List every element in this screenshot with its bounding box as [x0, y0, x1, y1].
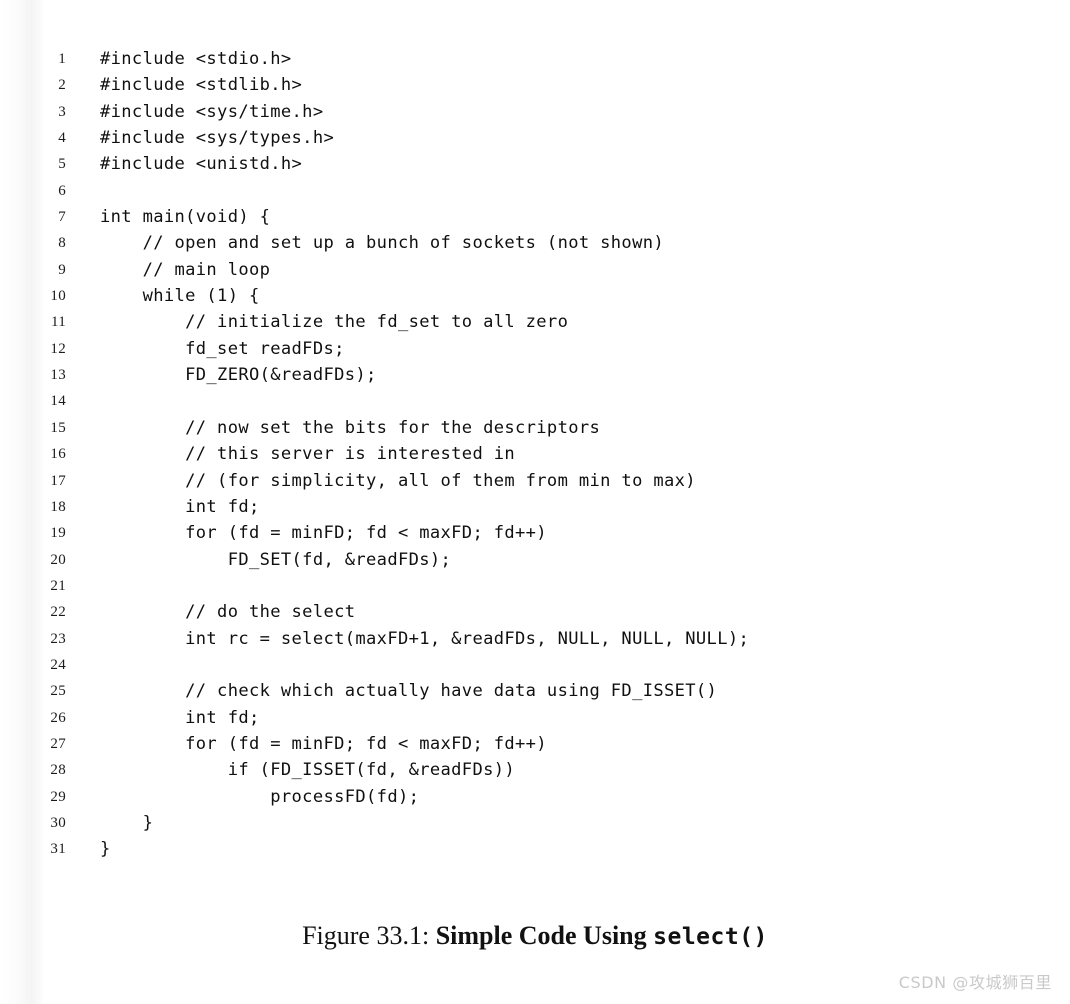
code-line: 14 [0, 388, 1070, 414]
line-number: 12 [50, 340, 66, 357]
code-line: 7 int main(void) { [0, 204, 1070, 230]
code-line: 26 int fd; [0, 705, 1070, 731]
line-number: 10 [50, 288, 66, 305]
code-line: 18 int fd; [0, 494, 1070, 520]
line-number: 31 [50, 841, 66, 858]
line-number: 13 [50, 367, 66, 384]
line-number: 6 [58, 182, 66, 199]
code-line: 6 [0, 178, 1070, 204]
code-text: FD_SET(fd, &readFDs); [100, 549, 452, 570]
code-line: 21 [0, 573, 1070, 599]
code-line: 11 // initialize the fd_set to all zero [0, 309, 1070, 335]
code-line: 9 // main loop [0, 257, 1070, 283]
code-line: 15 // now set the bits for the descripto… [0, 415, 1070, 441]
code-text: if (FD_ISSET(fd, &readFDs)) [100, 760, 516, 781]
line-number: 9 [58, 261, 66, 278]
code-line: 5 #include <unistd.h> [0, 151, 1070, 177]
line-number: 11 [50, 314, 66, 331]
code-line: 29 processFD(fd); [0, 784, 1070, 810]
code-text: #include <sys/time.h> [100, 101, 324, 122]
code-line: 10 while (1) { [0, 283, 1070, 309]
line-number: 19 [50, 525, 66, 542]
line-number: 17 [50, 472, 66, 489]
line-number: 7 [58, 209, 66, 226]
line-number: 25 [50, 683, 66, 700]
code-text: // this server is interested in [100, 444, 516, 465]
line-number: 27 [50, 735, 66, 752]
line-number: 22 [50, 604, 66, 621]
line-number: 30 [50, 814, 66, 831]
code-line: 17 // (for simplicity, all of them from … [0, 468, 1070, 494]
code-text: // main loop [100, 259, 271, 280]
code-text: int fd; [100, 496, 260, 517]
code-line: 12 fd_set readFDs; [0, 336, 1070, 362]
line-number: 29 [50, 788, 66, 805]
code-line: 13 FD_ZERO(&readFDs); [0, 362, 1070, 388]
figure-page: 1 #include <stdio.h> 2 #include <stdlib.h> 3… [0, 0, 1070, 1004]
line-number: 23 [50, 630, 66, 647]
code-text: while (1) { [100, 286, 260, 307]
code-line: 16 // this server is interested in [0, 441, 1070, 467]
code-text: fd_set readFDs; [100, 338, 345, 359]
code-line: 19 for (fd = minFD; fd < maxFD; fd++) [0, 520, 1070, 546]
line-number: 3 [58, 103, 66, 120]
code-line: 22 // do the select [0, 599, 1070, 625]
code-text: FD_ZERO(&readFDs); [100, 365, 377, 386]
line-number: 4 [58, 130, 66, 147]
code-line: 31} [0, 836, 1070, 862]
code-listing: 1 #include <stdio.h> 2 #include <stdlib.h> 3… [0, 46, 1070, 863]
code-line: 3 #include <sys/time.h> [0, 99, 1070, 125]
line-number: 15 [50, 419, 66, 436]
line-number: 24 [50, 656, 66, 673]
code-line: 8 // open and set up a bunch of sockets … [0, 230, 1070, 256]
code-line: 1 #include <stdio.h> [0, 46, 1070, 72]
code-text: // check which actually have data using … [100, 681, 718, 702]
line-number: 20 [50, 551, 66, 568]
code-text: } [100, 839, 111, 860]
line-number: 14 [50, 393, 66, 410]
code-text: // now set the bits for the descriptors [100, 417, 601, 438]
code-text: for (fd = minFD; fd < maxFD; fd++) [100, 733, 547, 754]
code-text: #include <stdio.h> [100, 49, 292, 69]
code-line: 25 // check which actually have data usi… [0, 678, 1070, 704]
figure-caption: Figure 33.1: Simple Code Using select() [0, 921, 1070, 951]
code-line: 20 FD_SET(fd, &readFDs); [0, 547, 1070, 573]
caption-title: Simple Code Using [435, 921, 647, 950]
code-text: processFD(fd); [100, 786, 420, 807]
caption-figure-number: Figure 33.1: [302, 921, 430, 950]
code-text: // initialize the fd_set to all zero [100, 312, 569, 333]
line-number: 2 [58, 77, 66, 94]
code-text: } [100, 812, 154, 833]
code-line: 27 for (fd = minFD; fd < maxFD; fd++) [0, 731, 1070, 757]
code-line: 23 int rc = select(maxFD+1, &readFDs, NU… [0, 626, 1070, 652]
code-line: 2 #include <stdlib.h> [0, 72, 1070, 98]
code-text: #include <sys/types.h> [100, 128, 335, 149]
code-line: 30 } [0, 810, 1070, 836]
code-text: int fd; [100, 707, 260, 728]
code-line: 28 if (FD_ISSET(fd, &readFDs)) [0, 757, 1070, 783]
line-number: 16 [50, 446, 66, 463]
line-number: 26 [50, 709, 66, 726]
code-text: for (fd = minFD; fd < maxFD; fd++) [100, 523, 547, 544]
caption-code-symbol: select() [653, 924, 768, 950]
code-text: // (for simplicity, all of them from min… [100, 470, 696, 491]
code-text: #include <unistd.h> [100, 154, 303, 175]
line-number: 5 [58, 156, 66, 173]
code-text: int main(void) { [100, 207, 271, 228]
line-number: 1 [58, 51, 66, 67]
code-text: // do the select [100, 602, 356, 623]
line-number: 8 [58, 235, 66, 252]
line-number: 28 [50, 762, 66, 779]
line-number: 18 [50, 498, 66, 515]
csdn-watermark: CSDN @攻城狮百里 [898, 973, 1052, 992]
line-number: 21 [50, 577, 66, 594]
code-line: 4 #include <sys/types.h> [0, 125, 1070, 151]
code-line: 24 [0, 652, 1070, 678]
code-text: // open and set up a bunch of sockets (n… [100, 233, 664, 254]
code-text: int rc = select(maxFD+1, &readFDs, NULL,… [100, 628, 750, 649]
code-text: #include <stdlib.h> [100, 75, 303, 96]
